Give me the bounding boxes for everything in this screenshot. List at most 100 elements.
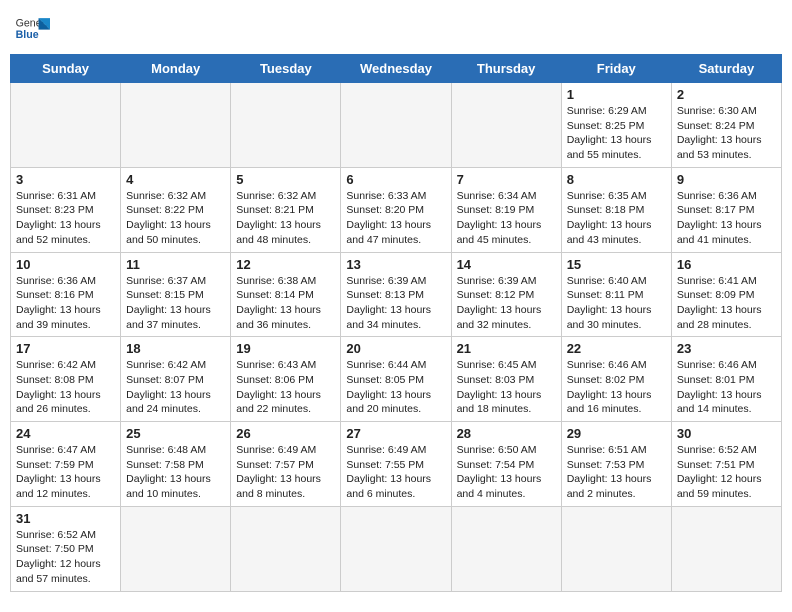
day-info: Sunrise: 6:36 AM Sunset: 8:17 PM Dayligh… bbox=[677, 189, 776, 248]
day-number: 19 bbox=[236, 341, 335, 356]
calendar-day-cell: 21 Sunrise: 6:45 AM Sunset: 8:03 PM Dayli… bbox=[451, 337, 561, 422]
day-info: Sunrise: 6:37 AM Sunset: 8:15 PM Dayligh… bbox=[126, 274, 225, 333]
calendar-day-cell: 27 Sunrise: 6:49 AM Sunset: 7:55 PM Dayli… bbox=[341, 422, 451, 507]
day-number: 12 bbox=[236, 257, 335, 272]
calendar-day-cell bbox=[121, 83, 231, 168]
calendar-day-cell bbox=[671, 506, 781, 591]
day-number: 7 bbox=[457, 172, 556, 187]
calendar-day-cell: 2Sunrise: 6:30 AM Sunset: 8:24 PM Daylig… bbox=[671, 83, 781, 168]
calendar-day-cell: 14 Sunrise: 6:39 AM Sunset: 8:12 PM Dayli… bbox=[451, 252, 561, 337]
day-number: 24 bbox=[16, 426, 115, 441]
calendar-day-cell bbox=[341, 506, 451, 591]
day-number: 1 bbox=[567, 87, 666, 102]
calendar-day-cell: 19 Sunrise: 6:43 AM Sunset: 8:06 PM Dayli… bbox=[231, 337, 341, 422]
day-info: Sunrise: 6:45 AM Sunset: 8:03 PM Dayligh… bbox=[457, 358, 556, 417]
day-info: Sunrise: 6:44 AM Sunset: 8:05 PM Dayligh… bbox=[346, 358, 445, 417]
day-number: 20 bbox=[346, 341, 445, 356]
calendar-day-cell bbox=[231, 506, 341, 591]
logo: General Blue bbox=[14, 10, 50, 46]
calendar-day-cell: 16 Sunrise: 6:41 AM Sunset: 8:09 PM Dayli… bbox=[671, 252, 781, 337]
day-number: 2 bbox=[677, 87, 776, 102]
calendar-day-cell: 20 Sunrise: 6:44 AM Sunset: 8:05 PM Dayli… bbox=[341, 337, 451, 422]
day-number: 18 bbox=[126, 341, 225, 356]
calendar-day-cell: 18 Sunrise: 6:42 AM Sunset: 8:07 PM Dayli… bbox=[121, 337, 231, 422]
calendar-day-cell: 15 Sunrise: 6:40 AM Sunset: 8:11 PM Dayli… bbox=[561, 252, 671, 337]
calendar-week-row: 10 Sunrise: 6:36 AM Sunset: 8:16 PM Dayli… bbox=[11, 252, 782, 337]
day-number: 27 bbox=[346, 426, 445, 441]
day-number: 25 bbox=[126, 426, 225, 441]
day-info: Sunrise: 6:48 AM Sunset: 7:58 PM Dayligh… bbox=[126, 443, 225, 502]
day-number: 14 bbox=[457, 257, 556, 272]
header: General Blue bbox=[10, 10, 782, 46]
day-info: Sunrise: 6:46 AM Sunset: 8:02 PM Dayligh… bbox=[567, 358, 666, 417]
day-info: Sunrise: 6:39 AM Sunset: 8:12 PM Dayligh… bbox=[457, 274, 556, 333]
weekday-header-wednesday: Wednesday bbox=[341, 55, 451, 83]
calendar-day-cell: 13 Sunrise: 6:39 AM Sunset: 8:13 PM Dayli… bbox=[341, 252, 451, 337]
calendar-day-cell: 7 Sunrise: 6:34 AM Sunset: 8:19 PM Daylig… bbox=[451, 167, 561, 252]
day-info: Sunrise: 6:52 AM Sunset: 7:50 PM Dayligh… bbox=[16, 528, 115, 587]
day-number: 8 bbox=[567, 172, 666, 187]
generalblue-logo-icon: General Blue bbox=[14, 10, 50, 46]
calendar-day-cell: 17Sunrise: 6:42 AM Sunset: 8:08 PM Dayli… bbox=[11, 337, 121, 422]
day-info: Sunrise: 6:41 AM Sunset: 8:09 PM Dayligh… bbox=[677, 274, 776, 333]
day-info: Sunrise: 6:29 AM Sunset: 8:25 PM Dayligh… bbox=[567, 104, 666, 163]
day-info: Sunrise: 6:34 AM Sunset: 8:19 PM Dayligh… bbox=[457, 189, 556, 248]
day-info: Sunrise: 6:42 AM Sunset: 8:07 PM Dayligh… bbox=[126, 358, 225, 417]
calendar-day-cell bbox=[341, 83, 451, 168]
day-info: Sunrise: 6:49 AM Sunset: 7:55 PM Dayligh… bbox=[346, 443, 445, 502]
day-number: 28 bbox=[457, 426, 556, 441]
day-number: 15 bbox=[567, 257, 666, 272]
weekday-header-monday: Monday bbox=[121, 55, 231, 83]
calendar-week-row: 17Sunrise: 6:42 AM Sunset: 8:08 PM Dayli… bbox=[11, 337, 782, 422]
day-info: Sunrise: 6:43 AM Sunset: 8:06 PM Dayligh… bbox=[236, 358, 335, 417]
day-info: Sunrise: 6:33 AM Sunset: 8:20 PM Dayligh… bbox=[346, 189, 445, 248]
calendar-day-cell: 25 Sunrise: 6:48 AM Sunset: 7:58 PM Dayli… bbox=[121, 422, 231, 507]
day-number: 5 bbox=[236, 172, 335, 187]
day-info: Sunrise: 6:52 AM Sunset: 7:51 PM Dayligh… bbox=[677, 443, 776, 502]
day-number: 3 bbox=[16, 172, 115, 187]
day-number: 22 bbox=[567, 341, 666, 356]
calendar-day-cell: 30 Sunrise: 6:52 AM Sunset: 7:51 PM Dayli… bbox=[671, 422, 781, 507]
day-number: 29 bbox=[567, 426, 666, 441]
day-info: Sunrise: 6:36 AM Sunset: 8:16 PM Dayligh… bbox=[16, 274, 115, 333]
calendar-day-cell: 6 Sunrise: 6:33 AM Sunset: 8:20 PM Daylig… bbox=[341, 167, 451, 252]
calendar-day-cell: 26 Sunrise: 6:49 AM Sunset: 7:57 PM Dayli… bbox=[231, 422, 341, 507]
calendar-day-cell: 10 Sunrise: 6:36 AM Sunset: 8:16 PM Dayli… bbox=[11, 252, 121, 337]
calendar-day-cell: 31 Sunrise: 6:52 AM Sunset: 7:50 PM Dayli… bbox=[11, 506, 121, 591]
day-info: Sunrise: 6:32 AM Sunset: 8:21 PM Dayligh… bbox=[236, 189, 335, 248]
calendar-day-cell bbox=[561, 506, 671, 591]
calendar-week-row: 3Sunrise: 6:31 AM Sunset: 8:23 PM Daylig… bbox=[11, 167, 782, 252]
day-info: Sunrise: 6:49 AM Sunset: 7:57 PM Dayligh… bbox=[236, 443, 335, 502]
calendar-day-cell: 28Sunrise: 6:50 AM Sunset: 7:54 PM Dayli… bbox=[451, 422, 561, 507]
calendar-day-cell: 3Sunrise: 6:31 AM Sunset: 8:23 PM Daylig… bbox=[11, 167, 121, 252]
calendar-day-cell: 5 Sunrise: 6:32 AM Sunset: 8:21 PM Daylig… bbox=[231, 167, 341, 252]
day-number: 21 bbox=[457, 341, 556, 356]
day-number: 4 bbox=[126, 172, 225, 187]
day-number: 17 bbox=[16, 341, 115, 356]
calendar-table: SundayMondayTuesdayWednesdayThursdayFrid… bbox=[10, 54, 782, 592]
calendar-day-cell bbox=[451, 83, 561, 168]
day-number: 16 bbox=[677, 257, 776, 272]
day-number: 30 bbox=[677, 426, 776, 441]
calendar-day-cell: 8 Sunrise: 6:35 AM Sunset: 8:18 PM Daylig… bbox=[561, 167, 671, 252]
day-number: 26 bbox=[236, 426, 335, 441]
calendar-day-cell: 12Sunrise: 6:38 AM Sunset: 8:14 PM Dayli… bbox=[231, 252, 341, 337]
day-info: Sunrise: 6:51 AM Sunset: 7:53 PM Dayligh… bbox=[567, 443, 666, 502]
calendar-day-cell bbox=[231, 83, 341, 168]
day-info: Sunrise: 6:35 AM Sunset: 8:18 PM Dayligh… bbox=[567, 189, 666, 248]
day-number: 13 bbox=[346, 257, 445, 272]
calendar-day-cell: 22 Sunrise: 6:46 AM Sunset: 8:02 PM Dayli… bbox=[561, 337, 671, 422]
calendar-week-row: 31 Sunrise: 6:52 AM Sunset: 7:50 PM Dayli… bbox=[11, 506, 782, 591]
weekday-header-tuesday: Tuesday bbox=[231, 55, 341, 83]
day-number: 11 bbox=[126, 257, 225, 272]
day-number: 10 bbox=[16, 257, 115, 272]
day-number: 9 bbox=[677, 172, 776, 187]
calendar-day-cell bbox=[11, 83, 121, 168]
day-number: 6 bbox=[346, 172, 445, 187]
calendar-day-cell: 4Sunrise: 6:32 AM Sunset: 8:22 PM Daylig… bbox=[121, 167, 231, 252]
day-number: 31 bbox=[16, 511, 115, 526]
day-info: Sunrise: 6:47 AM Sunset: 7:59 PM Dayligh… bbox=[16, 443, 115, 502]
day-info: Sunrise: 6:39 AM Sunset: 8:13 PM Dayligh… bbox=[346, 274, 445, 333]
calendar-week-row: 1 Sunrise: 6:29 AM Sunset: 8:25 PM Daylig… bbox=[11, 83, 782, 168]
day-info: Sunrise: 6:40 AM Sunset: 8:11 PM Dayligh… bbox=[567, 274, 666, 333]
